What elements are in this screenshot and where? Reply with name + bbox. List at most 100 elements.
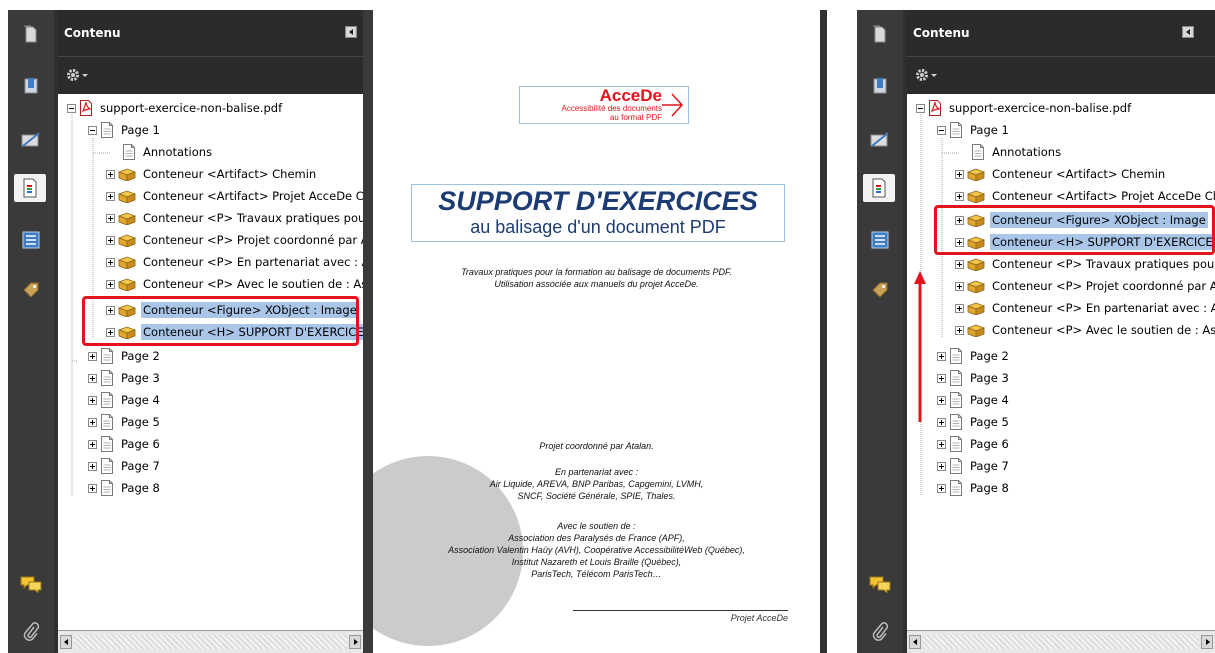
expand-toggle[interactable]: [937, 351, 946, 361]
tree-row-container[interactable]: Conteneur <P> Avec le soutien de : As: [955, 320, 1215, 340]
expand-toggle[interactable]: [955, 191, 964, 201]
pages-icon[interactable]: [16, 20, 46, 48]
tree-row-annotations[interactable]: Annotations: [971, 142, 1063, 162]
tree-row-container[interactable]: Conteneur <Artifact> Chemin: [106, 164, 318, 184]
horizontal-scrollbar[interactable]: [58, 630, 363, 653]
collapse-toggle[interactable]: [88, 125, 97, 135]
expand-toggle[interactable]: [106, 279, 115, 289]
expand-toggle[interactable]: [937, 461, 946, 471]
tree-row-root[interactable]: support-exercice-non-balise.pdf: [67, 98, 284, 118]
signatures-icon[interactable]: [865, 126, 895, 154]
collapse-toggle[interactable]: [937, 125, 946, 135]
tree-row-container[interactable]: Conteneur <P> Projet coordonné par A: [955, 276, 1215, 296]
scroll-track[interactable]: [74, 635, 347, 649]
tree-row-page[interactable]: Page 6: [937, 434, 1011, 454]
tree-row-page1[interactable]: Page 1: [88, 120, 162, 140]
panel-title: Contenu: [64, 26, 121, 40]
expand-toggle[interactable]: [106, 169, 115, 179]
tree-row-page[interactable]: Page 7: [88, 456, 162, 476]
expand-toggle[interactable]: [955, 259, 964, 269]
tree-row-container[interactable]: Conteneur <P> Travaux pratiques pou: [106, 208, 363, 228]
content-panel: Contenu support-exercice-non-balise.pdf …: [58, 10, 363, 653]
expand-toggle[interactable]: [88, 373, 97, 383]
panel-splitter[interactable]: [363, 10, 373, 653]
tree-row-annotations[interactable]: Annotations: [122, 142, 214, 162]
collapse-toggle[interactable]: [916, 103, 925, 113]
tree-row-page[interactable]: Page 6: [88, 434, 162, 454]
container-icon: [118, 167, 136, 181]
content-panel-icon[interactable]: [14, 174, 46, 202]
pages-icon[interactable]: [865, 20, 895, 48]
expand-toggle[interactable]: [106, 213, 115, 223]
tags-icon[interactable]: [865, 276, 895, 304]
expand-toggle[interactable]: [88, 439, 97, 449]
tree-row-container[interactable]: Conteneur <P> Avec le soutien de : As: [106, 274, 363, 294]
partners-text: En partenariat avec : Air Liquide, AREVA…: [373, 466, 820, 502]
tree-row-page[interactable]: Page 7: [937, 456, 1011, 476]
options-gear-icon[interactable]: [915, 67, 939, 83]
tags-icon[interactable]: [16, 276, 46, 304]
tree-row-container[interactable]: Conteneur <Artifact> Projet AcceDe Cl: [955, 186, 1215, 206]
tree-row-page[interactable]: Page 8: [937, 478, 1011, 498]
collapse-toggle[interactable]: [67, 103, 76, 113]
expand-toggle[interactable]: [88, 417, 97, 427]
expand-toggle[interactable]: [88, 483, 97, 493]
expand-toggle[interactable]: [88, 395, 97, 405]
expand-toggle[interactable]: [88, 461, 97, 471]
tree-row-page[interactable]: Page 5: [88, 412, 162, 432]
scroll-left-button[interactable]: [909, 635, 921, 649]
expand-toggle[interactable]: [937, 483, 946, 493]
horizontal-scrollbar[interactable]: [907, 630, 1215, 653]
tree-row-container[interactable]: Conteneur <P> Travaux pratiques pou: [955, 254, 1215, 274]
order-icon[interactable]: [16, 226, 46, 254]
expand-toggle[interactable]: [955, 281, 964, 291]
expand-toggle[interactable]: [955, 325, 964, 335]
scroll-right-button[interactable]: [349, 635, 361, 649]
tree-row-container[interactable]: Conteneur <Artifact> Projet AcceDe Cl: [106, 186, 363, 206]
attachments-icon[interactable]: [16, 618, 46, 646]
tree-row-page[interactable]: Page 8: [88, 478, 162, 498]
expand-toggle[interactable]: [106, 257, 115, 267]
scroll-track[interactable]: [923, 635, 1199, 649]
collapse-panel-button[interactable]: [345, 26, 357, 38]
tree-row-page1[interactable]: Page 1: [937, 120, 1011, 140]
expand-toggle[interactable]: [955, 169, 964, 179]
expand-toggle[interactable]: [937, 417, 946, 427]
tree-row-page[interactable]: Page 4: [937, 390, 1011, 410]
tree-label: Conteneur <P> Avec le soutien de : As: [143, 277, 363, 291]
expand-toggle[interactable]: [955, 303, 964, 313]
expand-toggle[interactable]: [88, 351, 97, 361]
tree-row-page[interactable]: Page 3: [88, 368, 162, 388]
tree-row-container[interactable]: Conteneur <P> Projet coordonné par A: [106, 230, 363, 250]
expand-toggle[interactable]: [106, 235, 115, 245]
scroll-left-button[interactable]: [60, 635, 72, 649]
expand-toggle[interactable]: [106, 191, 115, 201]
order-icon[interactable]: [865, 226, 895, 254]
scroll-right-button[interactable]: [1201, 635, 1213, 649]
attachments-icon[interactable]: [865, 618, 895, 646]
container-icon: [967, 323, 985, 337]
tree-row-page[interactable]: Page 5: [937, 412, 1011, 432]
page-icon: [971, 144, 985, 160]
tree-row-container[interactable]: Conteneur <P> En partenariat avec : A: [955, 298, 1215, 318]
tree-label: Page 8: [121, 481, 160, 495]
content-panel-icon[interactable]: [863, 174, 895, 202]
signatures-icon[interactable]: [16, 126, 46, 154]
tree-row-page[interactable]: Page 3: [937, 368, 1011, 388]
container-icon: [967, 189, 985, 203]
tree-row-page[interactable]: Page 2: [88, 346, 162, 366]
bookmarks-icon[interactable]: [16, 72, 46, 100]
options-gear-icon[interactable]: [66, 67, 90, 83]
tree-row-page[interactable]: Page 2: [937, 346, 1011, 366]
tree-row-container[interactable]: Conteneur <Artifact> Chemin: [955, 164, 1167, 184]
tree-row-container[interactable]: Conteneur <P> En partenariat avec : A: [106, 252, 363, 272]
comments-icon[interactable]: [16, 570, 46, 598]
comments-icon[interactable]: [865, 570, 895, 598]
bookmarks-icon[interactable]: [865, 72, 895, 100]
tree-row-root[interactable]: support-exercice-non-balise.pdf: [916, 98, 1133, 118]
expand-toggle[interactable]: [937, 395, 946, 405]
collapse-panel-button[interactable]: [1182, 26, 1194, 38]
tree-row-page[interactable]: Page 4: [88, 390, 162, 410]
expand-toggle[interactable]: [937, 373, 946, 383]
expand-toggle[interactable]: [937, 439, 946, 449]
